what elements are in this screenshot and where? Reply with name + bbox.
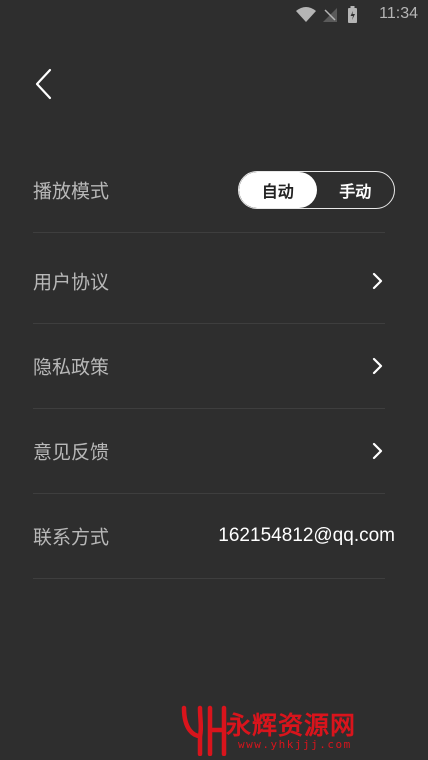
contact-email: 162154812@qq.com	[218, 524, 395, 546]
status-bar: 11:34	[0, 0, 428, 30]
settings-row-play-mode: 播放模式 自动 手动	[33, 147, 395, 233]
signal-icon	[323, 8, 337, 22]
contact-label: 联系方式	[33, 526, 110, 548]
watermark-text: 永辉资源网	[226, 711, 357, 740]
settings-row-privacy-policy[interactable]: 隐私政策	[33, 323, 385, 409]
play-mode-manual-option[interactable]: 手动	[317, 172, 395, 208]
play-mode-auto-option[interactable]: 自动	[239, 171, 317, 208]
chevron-right-icon	[372, 272, 383, 289]
chevron-left-icon	[35, 68, 52, 100]
status-time: 11:34	[379, 5, 418, 22]
chevron-right-icon	[372, 442, 383, 459]
watermark-logo	[181, 705, 227, 757]
watermark: 永辉资源网 www.yhkjjj.com	[180, 700, 428, 760]
settings-row-contact: 联系方式 162154812@qq.com	[33, 493, 395, 579]
wifi-icon	[296, 7, 316, 22]
settings-row-user-agreement[interactable]: 用户协议	[33, 238, 385, 324]
feedback-label: 意见反馈	[33, 441, 110, 463]
play-mode-toggle[interactable]: 自动 手动	[238, 170, 395, 209]
battery-icon	[348, 6, 357, 23]
user-agreement-label: 用户协议	[33, 271, 110, 293]
watermark-url: www.yhkjjj.com	[238, 738, 352, 751]
privacy-policy-label: 隐私政策	[33, 356, 110, 378]
chevron-right-icon	[372, 357, 383, 374]
play-mode-label: 播放模式	[33, 180, 110, 202]
settings-row-feedback[interactable]: 意见反馈	[33, 408, 385, 494]
back-button[interactable]	[30, 66, 60, 102]
status-icons	[296, 6, 366, 28]
